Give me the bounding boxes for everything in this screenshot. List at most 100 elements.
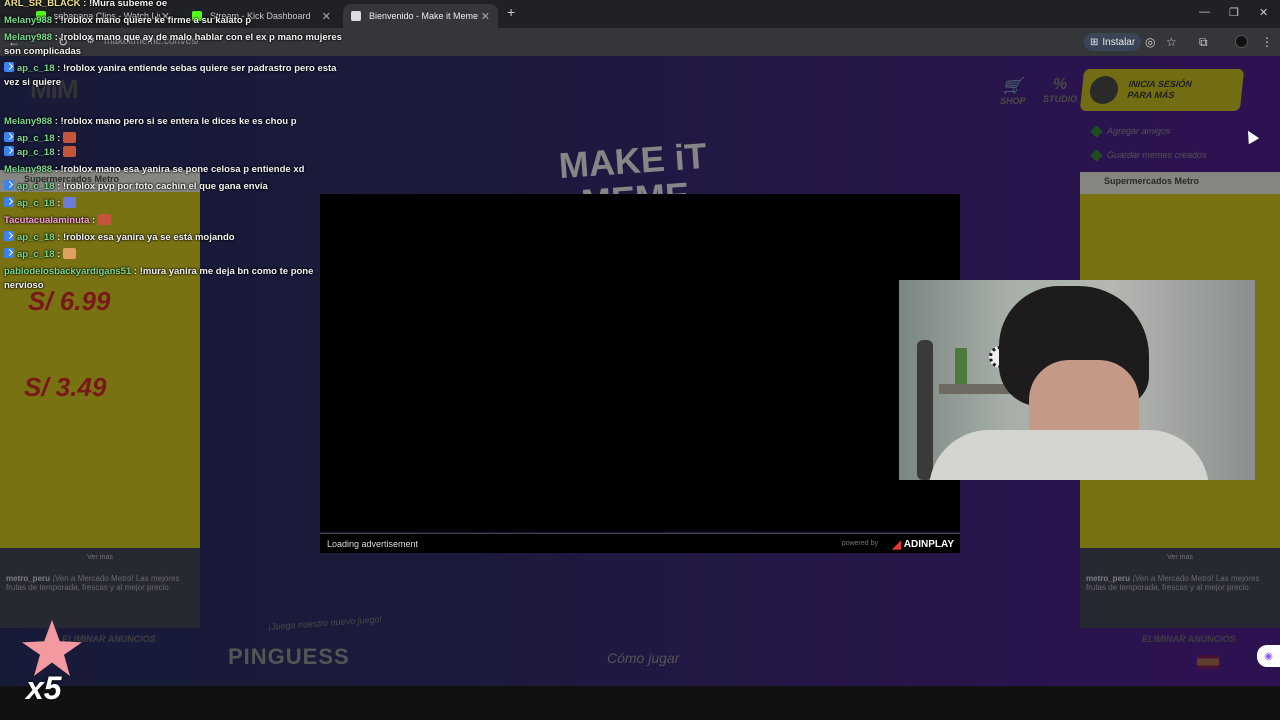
verified-badge-icon: [4, 197, 14, 207]
eye-off-icon[interactable]: ◎: [1145, 35, 1155, 49]
login-line1: INICIA SESIÓN: [1128, 79, 1193, 89]
check-icon: [1090, 124, 1103, 138]
verified-badge-icon: [4, 132, 14, 142]
shop-button[interactable]: 🛒 SHOP: [1000, 76, 1026, 106]
streamer-shirt: [929, 430, 1209, 480]
close-tab-icon[interactable]: ✕: [481, 10, 490, 23]
advertiser-name: Supermercados Metro: [1104, 176, 1200, 186]
save-memes-label: Guardar memes creados: [1107, 150, 1207, 160]
chat-text: !roblox mano esa yanira se pone celosa p…: [60, 164, 305, 175]
price-tag: S/ 3.49: [24, 372, 107, 402]
minimize-icon[interactable]: —: [1199, 6, 1210, 18]
chat-text: !Mura subeme oe: [89, 0, 168, 9]
chat-username[interactable]: Melany988: [4, 15, 52, 26]
chat-message: Melany988 : !roblox mano quiere ke firme…: [4, 15, 252, 26]
chat-message: ap_c_18 :: [4, 248, 354, 262]
loading-advertisement-text: Loading advertisement: [327, 539, 419, 549]
extensions-icon[interactable]: ⧉: [1199, 35, 1208, 50]
ad-footer-text: ¡Ven a Mercado Metro! Las mejores frutas…: [6, 574, 180, 592]
multiplier-label: x5: [26, 670, 62, 706]
spain-flag-icon[interactable]: [1197, 655, 1219, 669]
new-tab-button[interactable]: +: [507, 4, 515, 20]
install-label: Instalar: [1102, 36, 1136, 48]
chat-text: !roblox mano quiere ke firme a su kalato…: [60, 15, 252, 26]
close-window-icon[interactable]: ✕: [1259, 6, 1268, 19]
verified-badge-icon: [4, 146, 14, 156]
bottom-strip: [0, 686, 1280, 720]
profile-avatar[interactable]: [1235, 35, 1248, 48]
save-memes-link[interactable]: Guardar memes creados: [1090, 148, 1207, 162]
chat-username[interactable]: ARL_SR_BLACK: [4, 0, 81, 9]
ad-video-player[interactable]: [320, 194, 960, 532]
chat-message: Melany988 : !roblox mano esa yanira se p…: [4, 164, 305, 175]
guitar: [917, 340, 933, 480]
chat-username[interactable]: ap_c_18: [17, 249, 55, 260]
how-to-play-link[interactable]: Cómo jugar: [607, 650, 679, 666]
chat-emote-icon: [62, 132, 76, 143]
chat-text: !roblox mano que ay de malo hablar con e…: [4, 32, 342, 57]
ver-mas-link[interactable]: Ver más: [1080, 554, 1280, 561]
install-app-button[interactable]: ⊞ Instalar: [1084, 33, 1142, 51]
shop-label: SHOP: [1000, 96, 1026, 106]
tab-label: Bienvenido - Make it Meme: [369, 11, 479, 21]
ad-footer: Ver más metro_peru ¡Ven a Mercado Metro!…: [1080, 548, 1280, 628]
ad-footer-user: metro_peru: [6, 574, 51, 583]
chat-username[interactable]: ap_c_18: [17, 147, 55, 158]
login-label: INICIA SESIÓN PARA MÁS: [1127, 79, 1192, 101]
cart-icon: 🛒: [1002, 78, 1023, 95]
login-button[interactable]: INICIA SESIÓN PARA MÁS: [1079, 69, 1245, 111]
chat-text: !roblox esa yanira ya se está mojando: [62, 232, 235, 243]
studio-label: STUDIO: [1043, 94, 1078, 104]
widget-icon[interactable]: ◉: [1257, 645, 1280, 667]
chat-username[interactable]: ap_c_18: [17, 63, 55, 74]
add-friends-link[interactable]: Agregar amigos: [1090, 124, 1171, 138]
remove-ads-right[interactable]: ELIMINAR ANUNCIOS: [1142, 634, 1236, 644]
chat-username[interactable]: Tacutacualaminuta: [4, 215, 89, 226]
chat-message: ap_c_18 :: [4, 197, 354, 211]
chat-username[interactable]: pablodelosbackyardigans51: [4, 266, 131, 277]
install-icon: ⊞: [1090, 36, 1099, 48]
chat-text: !roblox pvp por foto cachin el que gana …: [62, 181, 268, 192]
chat-message: Melany988 : !roblox mano pero si se ente…: [4, 116, 297, 127]
adinplay-brand: ADINPLAY: [903, 539, 954, 550]
chat-username[interactable]: ap_c_18: [17, 232, 55, 243]
restore-icon[interactable]: ❐: [1229, 6, 1239, 19]
add-friends-label: Agregar amigos: [1107, 126, 1171, 136]
chat-message: ap_c_18 :: [4, 146, 354, 160]
logo-line1: MAKE iT: [557, 134, 708, 187]
chat-emote-icon: [62, 197, 76, 208]
percent-icon: %: [1052, 76, 1068, 93]
chat-message: ap_c_18 : !roblox esa yanira ya se está …: [4, 231, 354, 245]
chat-username[interactable]: Melany988: [4, 164, 52, 175]
ad-header: Supermercados Metro: [1080, 172, 1280, 194]
chat-username[interactable]: Melany988: [4, 116, 52, 127]
ad-status-bar: Loading advertisement powered by ◢ ADINPL…: [320, 533, 960, 553]
chat-message: Melany988 : !roblox mano que ay de malo …: [4, 32, 342, 57]
chat-message: pablodelosbackyardigans51 : !mura yanira…: [4, 266, 314, 291]
chat-message: ap_c_18 : !roblox yanira entiende sebas …: [4, 62, 337, 88]
menu-icon[interactable]: ⋮: [1261, 35, 1273, 49]
tab-make-it-meme[interactable]: Bienvenido - Make it Meme ✕: [343, 4, 498, 28]
chat-message: ap_c_18 :: [4, 132, 354, 146]
chat-username[interactable]: ap_c_18: [17, 181, 55, 192]
chat-username[interactable]: Melany988: [4, 32, 52, 43]
streamer-webcam: [899, 280, 1255, 480]
figurine: [955, 348, 967, 384]
studio-button[interactable]: % STUDIO: [1043, 76, 1077, 104]
chat-username[interactable]: ap_c_18: [17, 198, 55, 209]
verified-badge-icon: [4, 180, 14, 190]
pinguess-logo[interactable]: PINGUESS: [228, 644, 350, 670]
ad-footer-user: metro_peru: [1086, 574, 1131, 583]
adinplay-logo[interactable]: ◢ ADINPLAY: [892, 538, 954, 551]
chat-message: ap_c_18 : !roblox pvp por foto cachin el…: [4, 180, 354, 194]
chat-emote-icon: [62, 146, 76, 157]
bookmark-star-icon[interactable]: ☆: [1166, 35, 1177, 49]
check-icon: [1090, 148, 1103, 162]
chat-username[interactable]: ap_c_18: [17, 133, 55, 144]
chat-emote-icon: [97, 214, 111, 225]
ver-mas-link[interactable]: Ver más: [0, 554, 200, 561]
verified-badge-icon: [4, 248, 14, 258]
verified-badge-icon: [4, 62, 14, 72]
chat-message: Tacutacualaminuta :: [4, 214, 354, 228]
powered-by-text: powered by: [841, 540, 878, 547]
